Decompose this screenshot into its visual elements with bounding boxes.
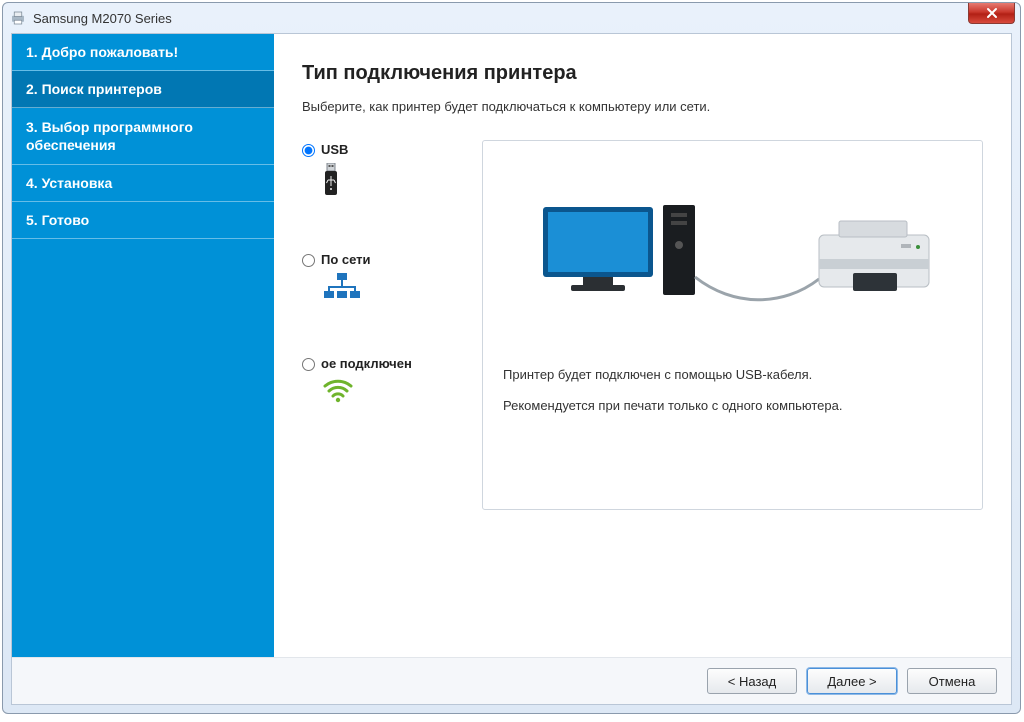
page-subtitle: Выберите, как принтер будет подключаться… bbox=[302, 99, 983, 114]
option-wireless-label: ое подключен bbox=[321, 356, 412, 371]
dialog-body: 1. Добро пожаловать! 2. Поиск принтеров … bbox=[11, 33, 1012, 705]
wifi-icon bbox=[322, 377, 482, 406]
connection-options: USB bbox=[302, 140, 482, 510]
usb-stick-icon bbox=[322, 163, 482, 202]
connection-detail-panel: Принтер будет подключен с помощью USB-ка… bbox=[482, 140, 983, 510]
sidebar-step-install[interactable]: 4. Установка bbox=[12, 165, 274, 202]
sidebar-step-software[interactable]: 3. Выбор программного обеспечения bbox=[12, 108, 274, 165]
option-wireless[interactable]: ое подключен bbox=[302, 356, 482, 406]
network-icon bbox=[322, 273, 482, 306]
option-network-label: По сети bbox=[321, 252, 371, 267]
back-button[interactable]: < Назад bbox=[707, 668, 797, 694]
usb-illustration bbox=[503, 157, 962, 367]
radio-wireless[interactable] bbox=[302, 358, 315, 371]
cancel-button[interactable]: Отмена bbox=[907, 668, 997, 694]
button-bar: < Назад Далее > Отмена bbox=[12, 657, 1011, 704]
option-usb-label: USB bbox=[321, 142, 348, 157]
next-button[interactable]: Далее > bbox=[807, 668, 897, 694]
close-button[interactable] bbox=[968, 3, 1015, 24]
detail-line2: Рекомендуется при печати только с одного… bbox=[503, 398, 962, 413]
detail-text: Принтер будет подключен с помощью USB-ка… bbox=[503, 367, 962, 429]
radio-network[interactable] bbox=[302, 254, 315, 267]
printer-app-icon bbox=[9, 9, 27, 27]
sidebar-step-welcome[interactable]: 1. Добро пожаловать! bbox=[12, 34, 274, 71]
main-panel: Тип подключения принтера Выберите, как п… bbox=[274, 34, 1011, 657]
detail-line1: Принтер будет подключен с помощью USB-ка… bbox=[503, 367, 962, 382]
sidebar-step-done[interactable]: 5. Готово bbox=[12, 202, 274, 239]
option-usb[interactable]: USB bbox=[302, 142, 482, 202]
sidebar-step-search[interactable]: 2. Поиск принтеров bbox=[12, 71, 274, 108]
wizard-sidebar: 1. Добро пожаловать! 2. Поиск принтеров … bbox=[12, 34, 274, 657]
option-network[interactable]: По сети bbox=[302, 252, 482, 306]
installer-window: Samsung M2070 Series 1. Добро пожаловать… bbox=[2, 2, 1021, 714]
content-row: 1. Добро пожаловать! 2. Поиск принтеров … bbox=[12, 34, 1011, 657]
close-icon bbox=[986, 7, 998, 19]
titlebar: Samsung M2070 Series bbox=[3, 3, 1020, 33]
connection-row: USB bbox=[302, 140, 983, 510]
radio-usb[interactable] bbox=[302, 144, 315, 157]
page-heading: Тип подключения принтера bbox=[302, 62, 983, 85]
window-title: Samsung M2070 Series bbox=[33, 11, 172, 26]
